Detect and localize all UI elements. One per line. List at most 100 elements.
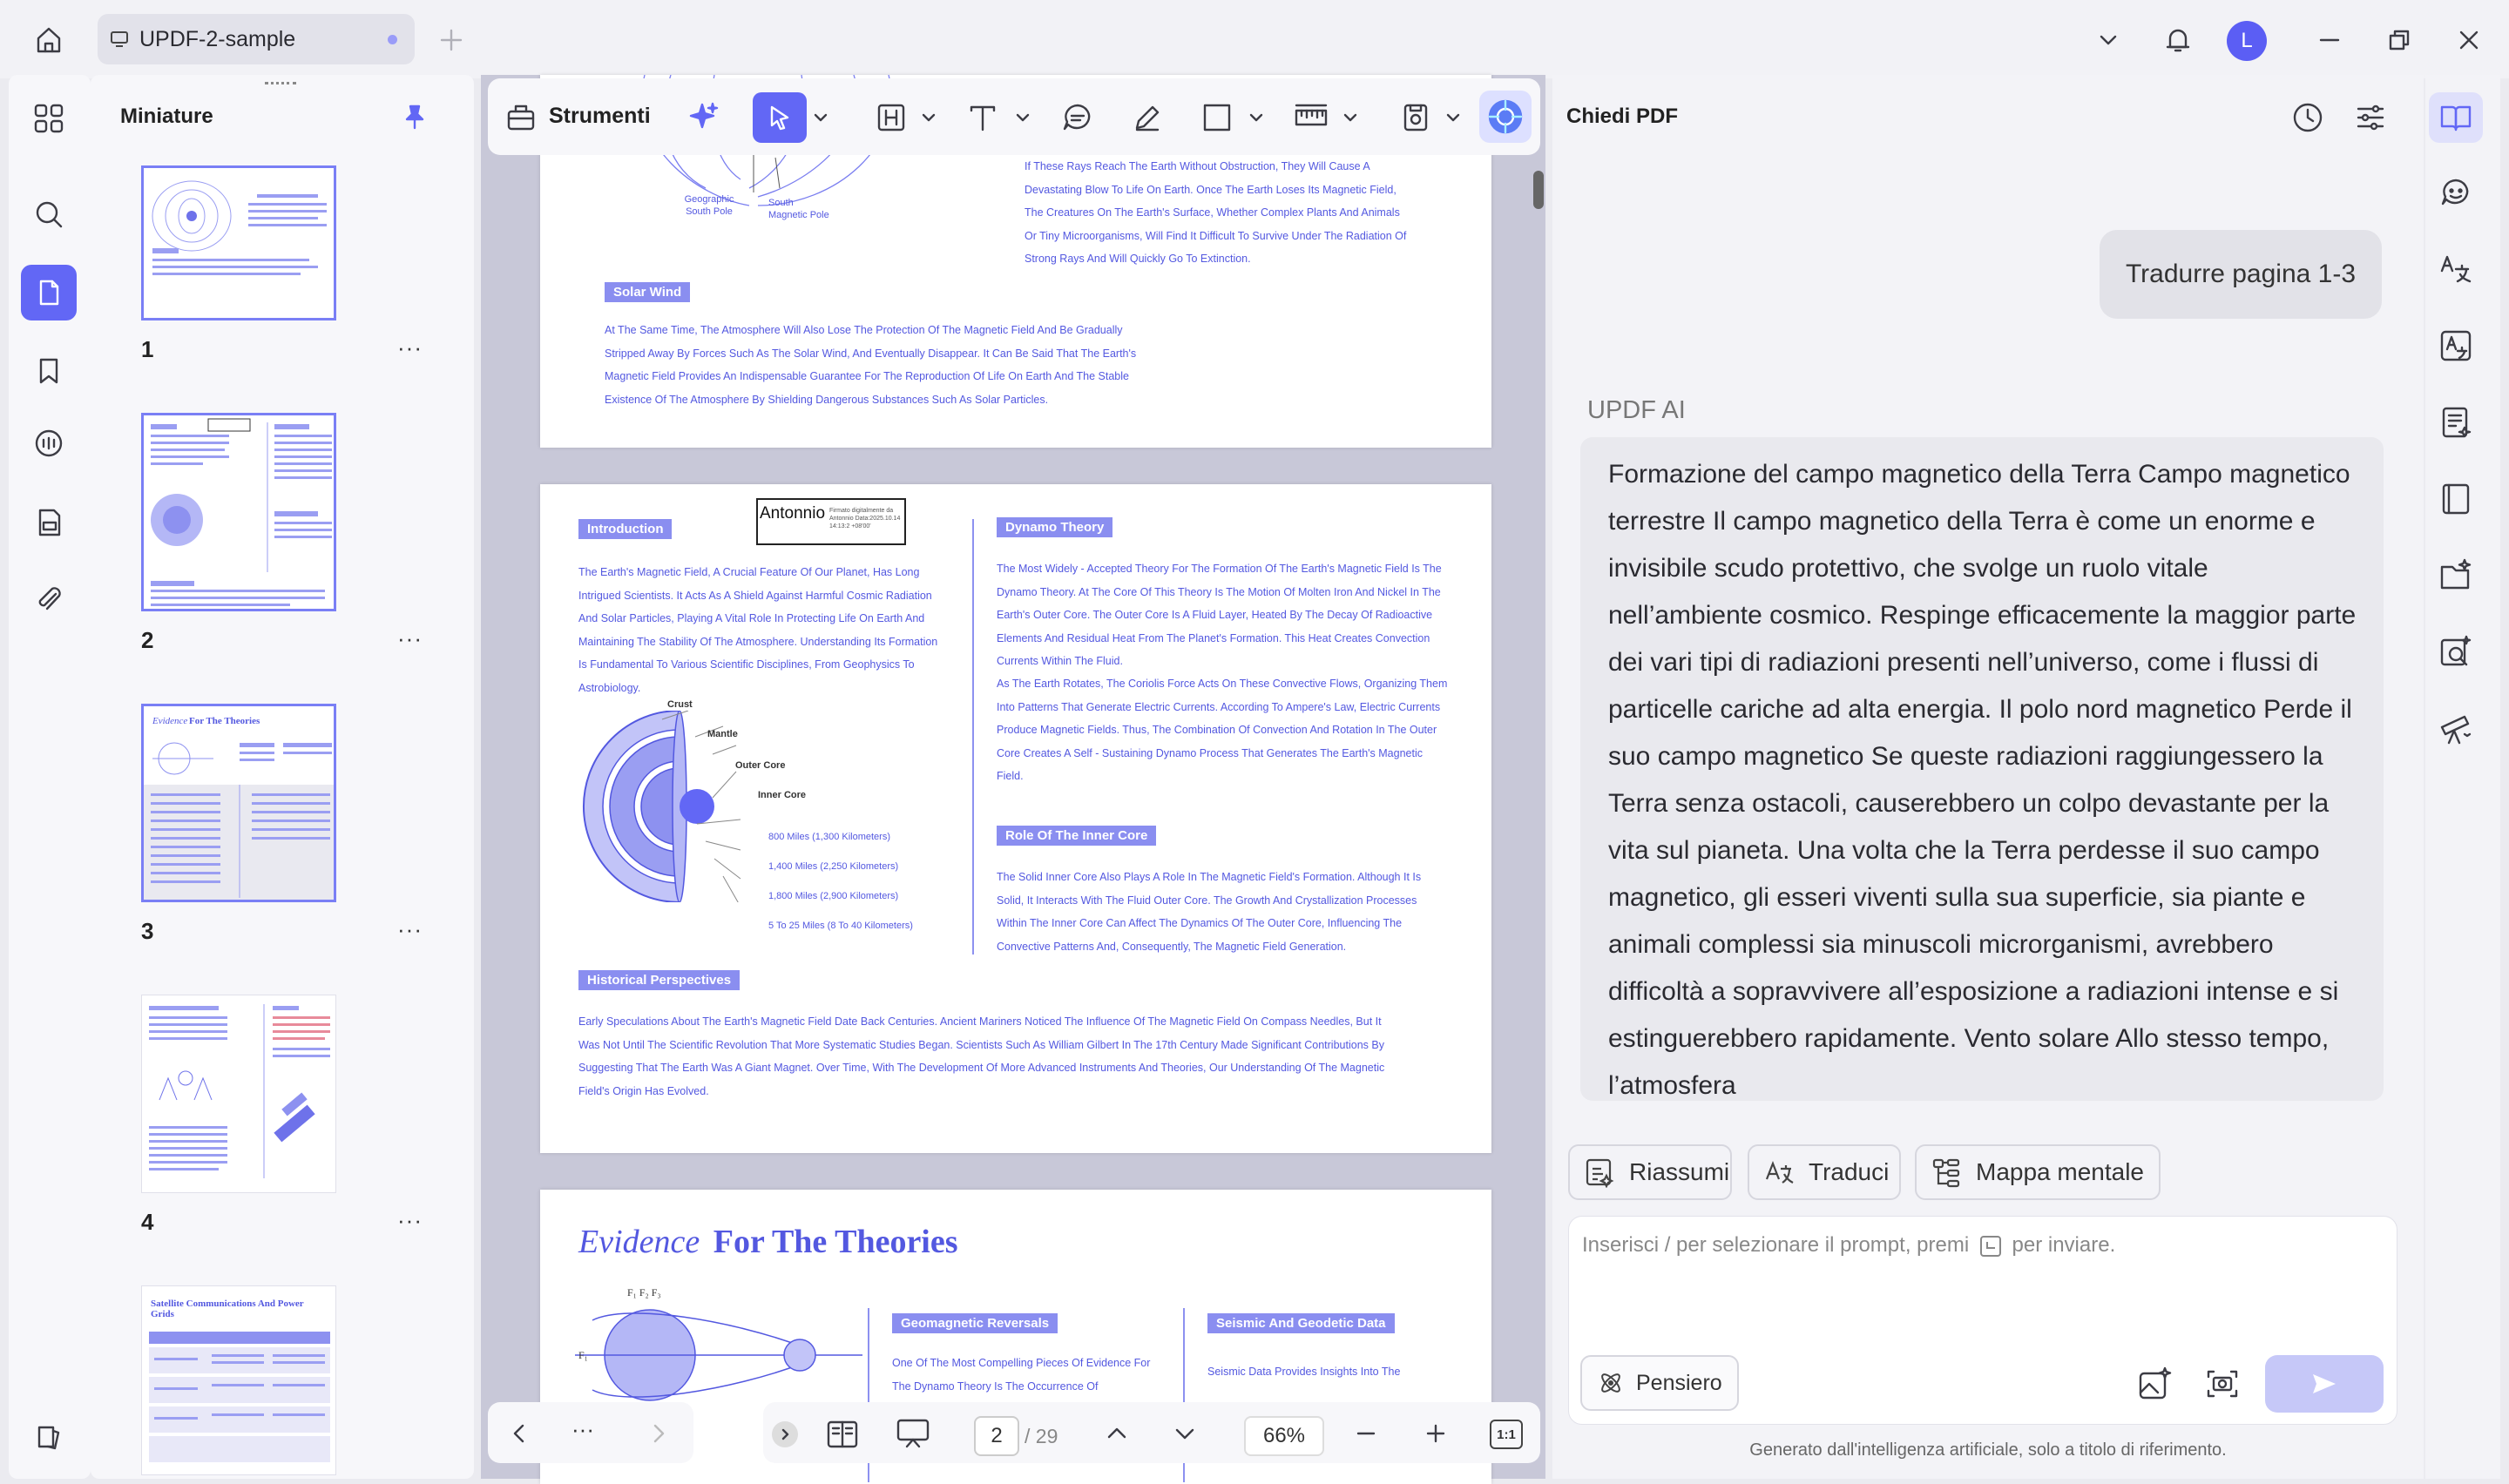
pin-icon[interactable] bbox=[397, 99, 432, 134]
comment-tool-icon[interactable] bbox=[1056, 96, 1099, 139]
summarize-icon bbox=[1584, 1157, 1615, 1188]
history-icon[interactable] bbox=[2286, 96, 2330, 139]
search-ai-icon[interactable] bbox=[2434, 631, 2478, 674]
form-icon[interactable] bbox=[26, 500, 71, 545]
page-number-input[interactable]: 2 bbox=[974, 1416, 1019, 1456]
comment-icon[interactable] bbox=[26, 422, 71, 467]
restore-icon[interactable] bbox=[2382, 23, 2417, 57]
theme-icon[interactable] bbox=[26, 1414, 71, 1460]
page-more-button[interactable]: ··· bbox=[397, 916, 423, 943]
select-tool-icon[interactable] bbox=[753, 92, 807, 143]
more-button[interactable]: ··· bbox=[571, 1416, 594, 1443]
summarize-chip[interactable]: Riassumi bbox=[1568, 1144, 1732, 1200]
zoom-level[interactable]: 66% bbox=[1244, 1416, 1324, 1456]
input-placeholder: Inserisci / per selezionare il prompt, p… bbox=[1582, 1233, 2115, 1258]
page-more-button[interactable]: ··· bbox=[397, 334, 423, 361]
ai-label: UPDF AI bbox=[1587, 396, 1686, 424]
chat-pdf-icon[interactable] bbox=[2429, 92, 2483, 143]
collapse-icon[interactable] bbox=[772, 1421, 798, 1447]
page-thumbnail-2[interactable] bbox=[141, 413, 336, 611]
close-icon[interactable] bbox=[2452, 23, 2486, 57]
drag-handle[interactable] bbox=[265, 82, 296, 87]
apps-grid-icon[interactable] bbox=[26, 96, 71, 141]
home-icon[interactable] bbox=[30, 21, 68, 59]
page-more-button[interactable]: ··· bbox=[397, 625, 423, 652]
ai-disclaimer: Generato dall'intelligenza artificiale, … bbox=[1749, 1440, 2227, 1460]
ai-sparkle-icon[interactable] bbox=[683, 96, 725, 138]
chevron-down-icon[interactable] bbox=[1246, 105, 1267, 131]
minimize-icon[interactable] bbox=[2312, 23, 2347, 57]
zoom-in-icon[interactable] bbox=[1417, 1414, 1455, 1453]
paragraph: One Of The Most Compelling Pieces Of Evi… bbox=[892, 1357, 1151, 1393]
translate-doc-icon[interactable] bbox=[2434, 247, 2478, 291]
page-layout-icon[interactable] bbox=[822, 1414, 862, 1454]
avatar[interactable]: L bbox=[2227, 21, 2267, 61]
presentation-icon[interactable] bbox=[890, 1413, 936, 1456]
folder-ai-icon[interactable] bbox=[2434, 554, 2478, 597]
depth-label: 1,400 Miles (2,250 Kilometers) bbox=[768, 861, 899, 872]
chevron-down-icon[interactable] bbox=[918, 105, 939, 131]
forward-icon[interactable] bbox=[639, 1414, 678, 1453]
chevron-down-icon[interactable] bbox=[2091, 23, 2126, 57]
chevron-down-icon[interactable] bbox=[1340, 105, 1361, 131]
chip-label: Traduci bbox=[1809, 1158, 1890, 1185]
bookmark-icon[interactable] bbox=[26, 348, 71, 394]
image-ai-icon[interactable] bbox=[2133, 1362, 2176, 1406]
mindmap-chip[interactable]: Mappa mentale bbox=[1915, 1144, 2161, 1200]
actual-size-button[interactable]: 1:1 bbox=[1490, 1420, 1523, 1449]
user-message-bubble: Tradurre pagina 1-3 bbox=[2100, 230, 2382, 319]
new-tab-icon[interactable] bbox=[434, 23, 469, 57]
layer-label: Mantle bbox=[707, 729, 738, 739]
chevron-down-icon[interactable] bbox=[810, 105, 831, 131]
chevron-down-icon[interactable] bbox=[1443, 105, 1464, 131]
layer-label: Outer Core bbox=[735, 760, 786, 771]
heading-bold: For The Theories bbox=[713, 1224, 958, 1260]
send-icon bbox=[2313, 1374, 2336, 1393]
page-thumbnail-3[interactable]: Evidence For The Theories bbox=[141, 704, 336, 902]
thumbnails-icon[interactable] bbox=[21, 265, 77, 320]
signature-box[interactable]: Antonnio Firmato digitalmente da Antonni… bbox=[756, 498, 906, 545]
page-thumbnail-1[interactable] bbox=[141, 165, 336, 320]
document-tab[interactable]: UPDF-2-sample bbox=[98, 14, 415, 64]
mindmap-icon bbox=[1931, 1157, 1962, 1188]
pen-tool-icon[interactable] bbox=[1126, 96, 1169, 139]
section-tag: Solar Wind bbox=[605, 282, 691, 302]
attachment-icon[interactable] bbox=[26, 577, 71, 622]
paragraph: The Solid Inner Core Also Plays A Role I… bbox=[997, 871, 1422, 953]
search-icon[interactable] bbox=[26, 192, 71, 237]
measure-tool-icon[interactable] bbox=[1289, 96, 1333, 139]
ai-chat-icon[interactable] bbox=[2434, 171, 2478, 214]
previous-page-icon[interactable] bbox=[1098, 1414, 1136, 1453]
tools-label[interactable]: Strumenti bbox=[549, 104, 651, 129]
save-icon[interactable] bbox=[1394, 96, 1437, 139]
tab-title: UPDF-2-sample bbox=[139, 26, 296, 51]
translate-chip[interactable]: Traduci bbox=[1748, 1144, 1901, 1200]
summarize-doc-icon[interactable] bbox=[2434, 401, 2478, 444]
settings-sliders-icon[interactable] bbox=[2349, 96, 2392, 139]
chevron-down-icon[interactable] bbox=[1012, 105, 1033, 131]
page-more-button[interactable]: ··· bbox=[397, 1207, 423, 1234]
page-thumbnail-4[interactable] bbox=[141, 995, 336, 1193]
telescope-icon[interactable] bbox=[2434, 707, 2478, 751]
page-thumbnail-5[interactable]: Satellite Communications And Power Grids bbox=[141, 1285, 336, 1475]
reader-icon[interactable] bbox=[2434, 477, 2478, 521]
ai-assistant-icon[interactable] bbox=[1479, 91, 1532, 143]
shape-tool-icon[interactable] bbox=[1195, 96, 1239, 139]
section-tag: Dynamo Theory bbox=[997, 517, 1113, 537]
thinking-toggle[interactable]: Pensiero bbox=[1580, 1355, 1739, 1411]
next-page-icon[interactable] bbox=[1166, 1414, 1204, 1453]
bell-icon[interactable] bbox=[2157, 19, 2199, 61]
back-icon[interactable] bbox=[500, 1414, 538, 1453]
page-number: 1 bbox=[141, 336, 154, 362]
layer-label: Inner Core bbox=[758, 790, 807, 800]
zoom-out-icon[interactable] bbox=[1347, 1414, 1385, 1453]
screenshot-icon[interactable] bbox=[2201, 1362, 2244, 1406]
chip-label: Mappa mentale bbox=[1976, 1158, 2145, 1185]
vertical-scrollbar[interactable] bbox=[1533, 171, 1544, 209]
ocr-translate-icon[interactable] bbox=[2434, 324, 2478, 368]
highlight-tool-icon[interactable] bbox=[869, 96, 913, 139]
text-tool-icon[interactable] bbox=[962, 96, 1005, 139]
send-button[interactable] bbox=[2265, 1355, 2384, 1413]
page-number: 2 bbox=[141, 627, 154, 653]
toolbox-icon[interactable] bbox=[504, 98, 538, 136]
